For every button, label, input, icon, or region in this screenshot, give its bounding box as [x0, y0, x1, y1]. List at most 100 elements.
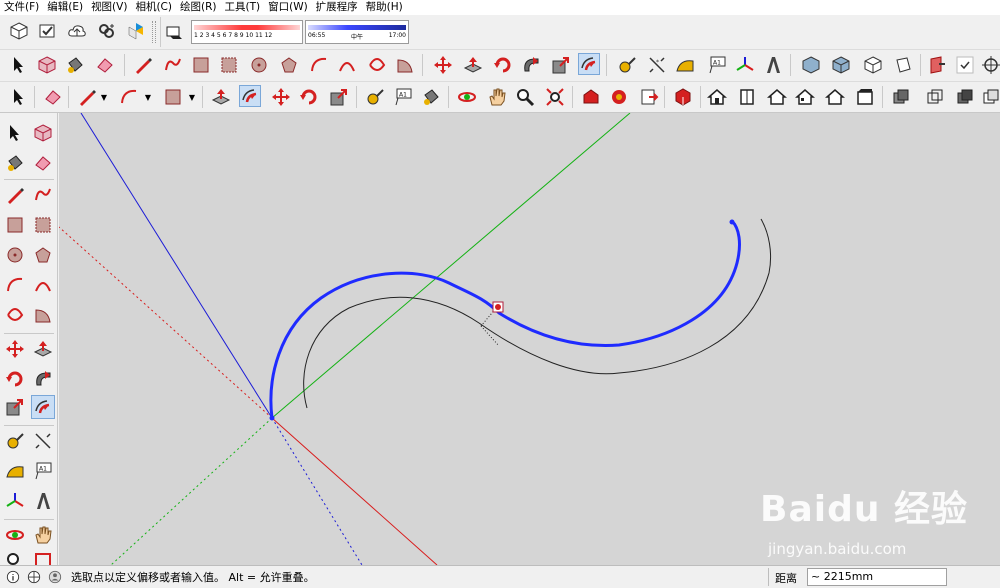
protractor-icon[interactable]	[3, 459, 27, 483]
front-view-icon[interactable]	[862, 54, 884, 76]
paint-bucket-icon[interactable]	[64, 54, 86, 76]
three-point-arc-icon[interactable]	[3, 303, 27, 327]
paint-bucket-icon[interactable]	[420, 86, 442, 108]
polygon-icon[interactable]	[278, 54, 300, 76]
tape-measure-icon[interactable]	[364, 86, 386, 108]
chevron-down-icon[interactable]: ▼	[100, 86, 108, 108]
menu-draw[interactable]: 绘图(R)	[176, 0, 221, 15]
two-point-arc-icon[interactable]	[31, 273, 55, 297]
house-back-icon[interactable]	[824, 86, 846, 108]
move-icon[interactable]	[432, 54, 454, 76]
scale-icon[interactable]	[550, 54, 572, 76]
offset-icon[interactable]	[578, 53, 600, 75]
menu-edit[interactable]: 编辑(E)	[43, 0, 87, 15]
menu-extensions[interactable]: 扩展程序	[312, 0, 362, 15]
polygon-icon[interactable]	[31, 243, 55, 267]
house-right-icon[interactable]	[794, 86, 816, 108]
right-view-icon[interactable]	[892, 54, 914, 76]
zoom-icon[interactable]	[514, 86, 536, 108]
shadow-toggle-icon[interactable]	[163, 21, 185, 43]
checkmark-icon[interactable]	[954, 54, 976, 76]
extension-warehouse-icon[interactable]	[125, 20, 147, 42]
push-pull-icon[interactable]	[31, 337, 55, 361]
rectangle-icon[interactable]	[162, 86, 184, 108]
eraser-icon[interactable]	[31, 151, 55, 175]
freehand-icon[interactable]	[31, 183, 55, 207]
top-view-icon[interactable]	[830, 54, 852, 76]
pie-icon[interactable]	[31, 303, 55, 327]
menu-file[interactable]: 文件(F)	[0, 0, 43, 15]
xray-style-icon[interactable]	[890, 86, 912, 108]
crosshair-icon[interactable]	[980, 54, 1000, 76]
3d-text-icon[interactable]	[762, 54, 784, 76]
iso-view-icon[interactable]	[800, 54, 822, 76]
line-pencil-icon[interactable]	[3, 183, 27, 207]
share-model-icon[interactable]	[608, 86, 630, 108]
push-pull-icon[interactable]	[210, 86, 232, 108]
menu-camera[interactable]: 相机(C)	[131, 0, 176, 15]
axes-icon[interactable]	[734, 54, 756, 76]
layout-send-icon[interactable]	[638, 86, 660, 108]
make-component-icon[interactable]	[36, 54, 58, 76]
house-front-icon[interactable]	[766, 86, 788, 108]
push-pull-icon[interactable]	[462, 54, 484, 76]
circle-icon[interactable]	[3, 243, 27, 267]
text-icon[interactable]: A1	[392, 86, 414, 108]
orbit-icon[interactable]	[456, 86, 478, 108]
rectangle-icon[interactable]	[190, 54, 212, 76]
rotated-rectangle-icon[interactable]	[31, 213, 55, 237]
chevron-down-icon[interactable]: ▼	[188, 86, 196, 108]
eraser-icon[interactable]	[94, 54, 116, 76]
chevron-down-icon[interactable]: ▼	[144, 86, 152, 108]
tape-measure-icon[interactable]	[616, 54, 638, 76]
circle-icon[interactable]	[248, 54, 270, 76]
upload-cloud-icon[interactable]	[66, 20, 88, 42]
scale-icon[interactable]	[328, 86, 350, 108]
pie-icon[interactable]	[394, 54, 416, 76]
arc-icon[interactable]	[308, 54, 330, 76]
offset-icon[interactable]	[239, 85, 261, 107]
pan-hand-icon[interactable]	[31, 523, 55, 547]
toolbar-grip[interactable]	[152, 21, 156, 43]
line-pencil-icon[interactable]	[76, 86, 98, 108]
3d-warehouse-icon[interactable]	[580, 86, 602, 108]
freehand-icon[interactable]	[162, 54, 184, 76]
selected-curve[interactable]	[269, 219, 741, 419]
add-location-icon[interactable]	[96, 20, 118, 42]
line-pencil-icon[interactable]	[132, 54, 154, 76]
time-slider[interactable]: 06:55 中午 17:00	[305, 20, 409, 44]
axes-icon[interactable]	[3, 489, 27, 513]
select-arrow-icon[interactable]	[3, 121, 27, 145]
menu-view[interactable]: 视图(V)	[87, 0, 131, 15]
menu-help[interactable]: 帮助(H)	[362, 0, 407, 15]
eraser-icon[interactable]	[42, 86, 64, 108]
scale-icon[interactable]	[3, 395, 27, 419]
follow-me-icon[interactable]	[520, 54, 542, 76]
geo-location-icon[interactable]	[26, 569, 42, 585]
follow-me-icon[interactable]	[31, 367, 55, 391]
component-icon[interactable]	[8, 20, 30, 42]
house-left-icon[interactable]	[854, 86, 876, 108]
dimension-icon[interactable]	[31, 429, 55, 453]
rotated-rectangle-icon[interactable]	[218, 54, 240, 76]
rotate-icon[interactable]	[3, 367, 27, 391]
dimension-icon[interactable]: *	[646, 54, 668, 76]
model-info-icon[interactable]	[36, 20, 58, 42]
two-point-arc-icon[interactable]	[336, 54, 358, 76]
move-icon[interactable]	[270, 86, 292, 108]
section-plane-icon[interactable]	[926, 54, 948, 76]
tape-measure-icon[interactable]	[3, 429, 27, 453]
arc-icon[interactable]	[3, 273, 27, 297]
rectangle-icon[interactable]	[3, 213, 27, 237]
offset-icon[interactable]	[31, 395, 55, 419]
extension-manager-icon[interactable]	[672, 86, 694, 108]
rotate-icon[interactable]	[298, 86, 320, 108]
house-top-icon[interactable]	[736, 86, 758, 108]
rotate-icon[interactable]	[492, 54, 514, 76]
3d-text-icon[interactable]	[31, 489, 55, 513]
orbit-icon[interactable]	[3, 523, 27, 547]
month-slider[interactable]: 1 2 3 4 5 6 7 8 9 10 11 12	[191, 20, 303, 44]
textured-style-icon[interactable]	[980, 86, 1000, 108]
paint-bucket-icon[interactable]	[3, 151, 27, 175]
pan-hand-icon[interactable]	[486, 86, 508, 108]
